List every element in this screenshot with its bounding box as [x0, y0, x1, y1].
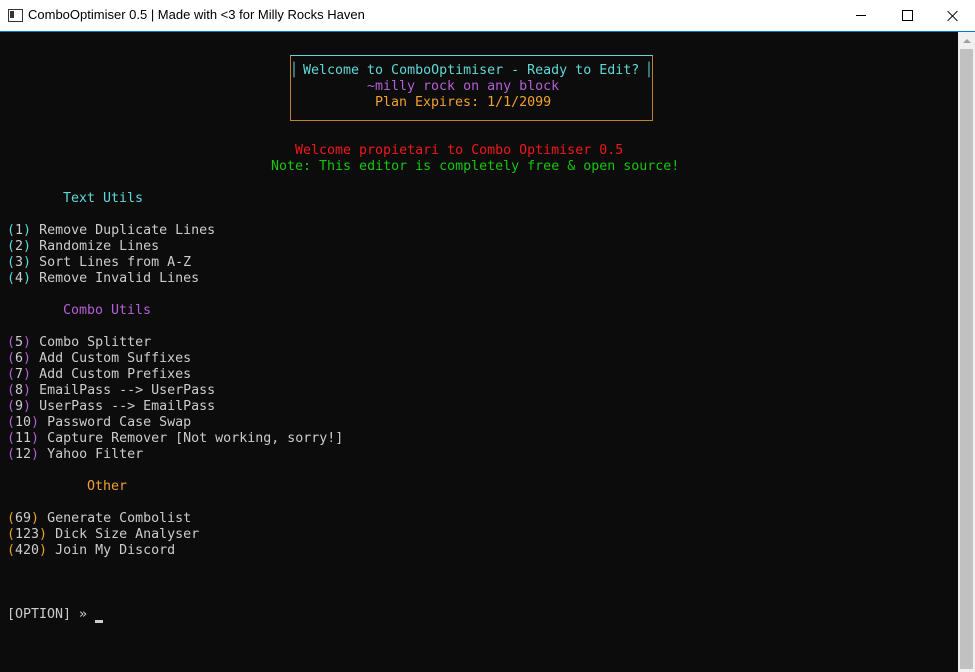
menu-item: (8) EmailPass --> UserPass — [7, 383, 216, 398]
section-heading-combo-utils: Combo Utils — [63, 303, 152, 318]
menu-item: (11) Capture Remover [Not working, sorry… — [7, 431, 344, 446]
console-output[interactable]: │ │ Welcome to ComboOptimiser - Ready to… — [0, 32, 958, 672]
console-window: ComboOptimiser 0.5 | Made with <3 for Mi… — [0, 0, 975, 672]
menu-item: (123) Dick Size Analyser — [7, 527, 200, 542]
welcome-note: Note: This editor is completely free & o… — [271, 159, 680, 174]
menu-item: (3) Sort Lines from A-Z — [7, 255, 192, 270]
menu-item: (9) UserPass --> EmailPass — [7, 399, 216, 414]
vertical-scrollbar[interactable] — [958, 32, 975, 672]
title-bar[interactable]: ComboOptimiser 0.5 | Made with <3 for Mi… — [0, 0, 975, 32]
input-cursor[interactable] — [95, 620, 103, 623]
menu-item: (6) Add Custom Suffixes — [7, 351, 192, 366]
scroll-up-button[interactable] — [958, 32, 975, 49]
section-heading-other: Other — [87, 479, 128, 494]
maximize-icon — [901, 10, 913, 21]
chevron-up-icon — [962, 38, 971, 43]
menu-item: (12) Yahoo Filter — [7, 447, 144, 462]
banner-border-right: │ — [645, 63, 654, 78]
console-app-icon[interactable] — [8, 9, 23, 22]
menu-item: (10) Password Case Swap — [7, 415, 192, 430]
banner-border-left: │ — [290, 63, 299, 78]
option-prompt: [OPTION] » — [7, 607, 88, 622]
menu-item: (69) Generate Combolist — [7, 511, 192, 526]
banner-line-3: Plan Expires: 1/1/2099 — [375, 95, 552, 110]
minimize-button[interactable] — [838, 0, 884, 31]
menu-item: (1) Remove Duplicate Lines — [7, 223, 216, 238]
menu-item: (7) Add Custom Prefixes — [7, 367, 192, 382]
banner-line-1: Welcome to ComboOptimiser - Ready to Edi… — [303, 63, 640, 78]
window-title: ComboOptimiser 0.5 | Made with <3 for Mi… — [28, 7, 365, 22]
minimize-icon — [856, 15, 866, 16]
maximize-button[interactable] — [884, 0, 930, 31]
section-heading-text-utils: Text Utils — [63, 191, 144, 206]
close-icon — [947, 10, 959, 22]
menu-item: (4) Remove Invalid Lines — [7, 271, 200, 286]
close-button[interactable] — [930, 0, 975, 31]
welcome-greeting: Welcome propietari to Combo Optimiser 0.… — [295, 143, 624, 158]
menu-item: (5) Combo Splitter — [7, 335, 152, 350]
banner-line-2: ~milly rock on any block — [367, 79, 560, 94]
menu-item: (2) Randomize Lines — [7, 239, 160, 254]
scrollbar-thumb[interactable] — [960, 49, 973, 669]
menu-item: (420) Join My Discord — [7, 543, 176, 558]
